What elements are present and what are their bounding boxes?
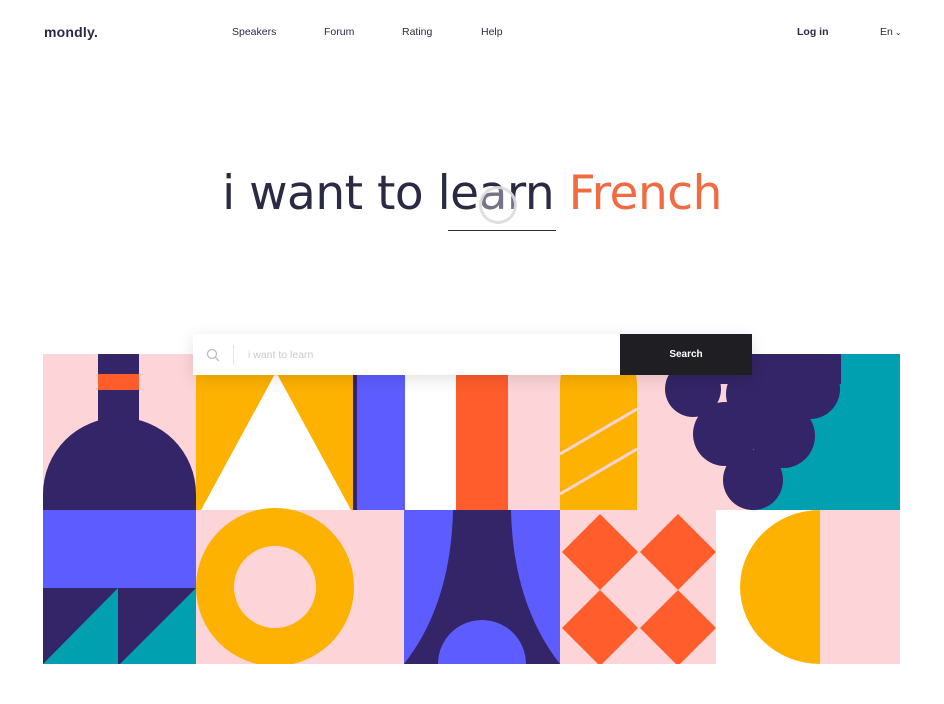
flag-red-stripe (456, 354, 508, 510)
learn-underline (448, 230, 556, 231)
french-themed-illustration (43, 354, 900, 664)
dark-stripe (353, 354, 357, 510)
illustration-mosaic (43, 354, 900, 664)
mouse-cursor-indicator (479, 186, 517, 224)
mondly-logo[interactable]: mondly. (44, 24, 98, 40)
nav-link-forum[interactable]: Forum (324, 26, 354, 38)
tile-bg-pink-right (820, 510, 900, 664)
login-link[interactable]: Log in (797, 26, 829, 38)
baguette-shape (559, 354, 638, 510)
search-bar: Search (193, 334, 752, 375)
tile-bg-pink (508, 354, 560, 510)
triangle-divider (118, 588, 120, 664)
tile-bg-periwinkle (43, 510, 196, 588)
language-label: En (880, 26, 893, 38)
top-navigation: mondly. Speakers Forum Rating Help Log i… (0, 0, 944, 64)
nav-link-help[interactable]: Help (481, 26, 503, 38)
search-button[interactable]: Search (620, 334, 752, 375)
search-input[interactable] (234, 334, 620, 375)
hero-headline: i want to learn French (0, 166, 944, 221)
nav-link-speakers[interactable]: Speakers (232, 26, 276, 38)
hero-language[interactable]: French (569, 166, 723, 221)
language-selector[interactable]: En ⌄ (880, 26, 902, 38)
flag-white-stripe (405, 354, 456, 510)
search-icon[interactable] (193, 334, 233, 375)
chevron-down-icon: ⌄ (894, 28, 902, 37)
flag-blue-stripe (357, 354, 405, 510)
nav-link-rating[interactable]: Rating (402, 26, 432, 38)
